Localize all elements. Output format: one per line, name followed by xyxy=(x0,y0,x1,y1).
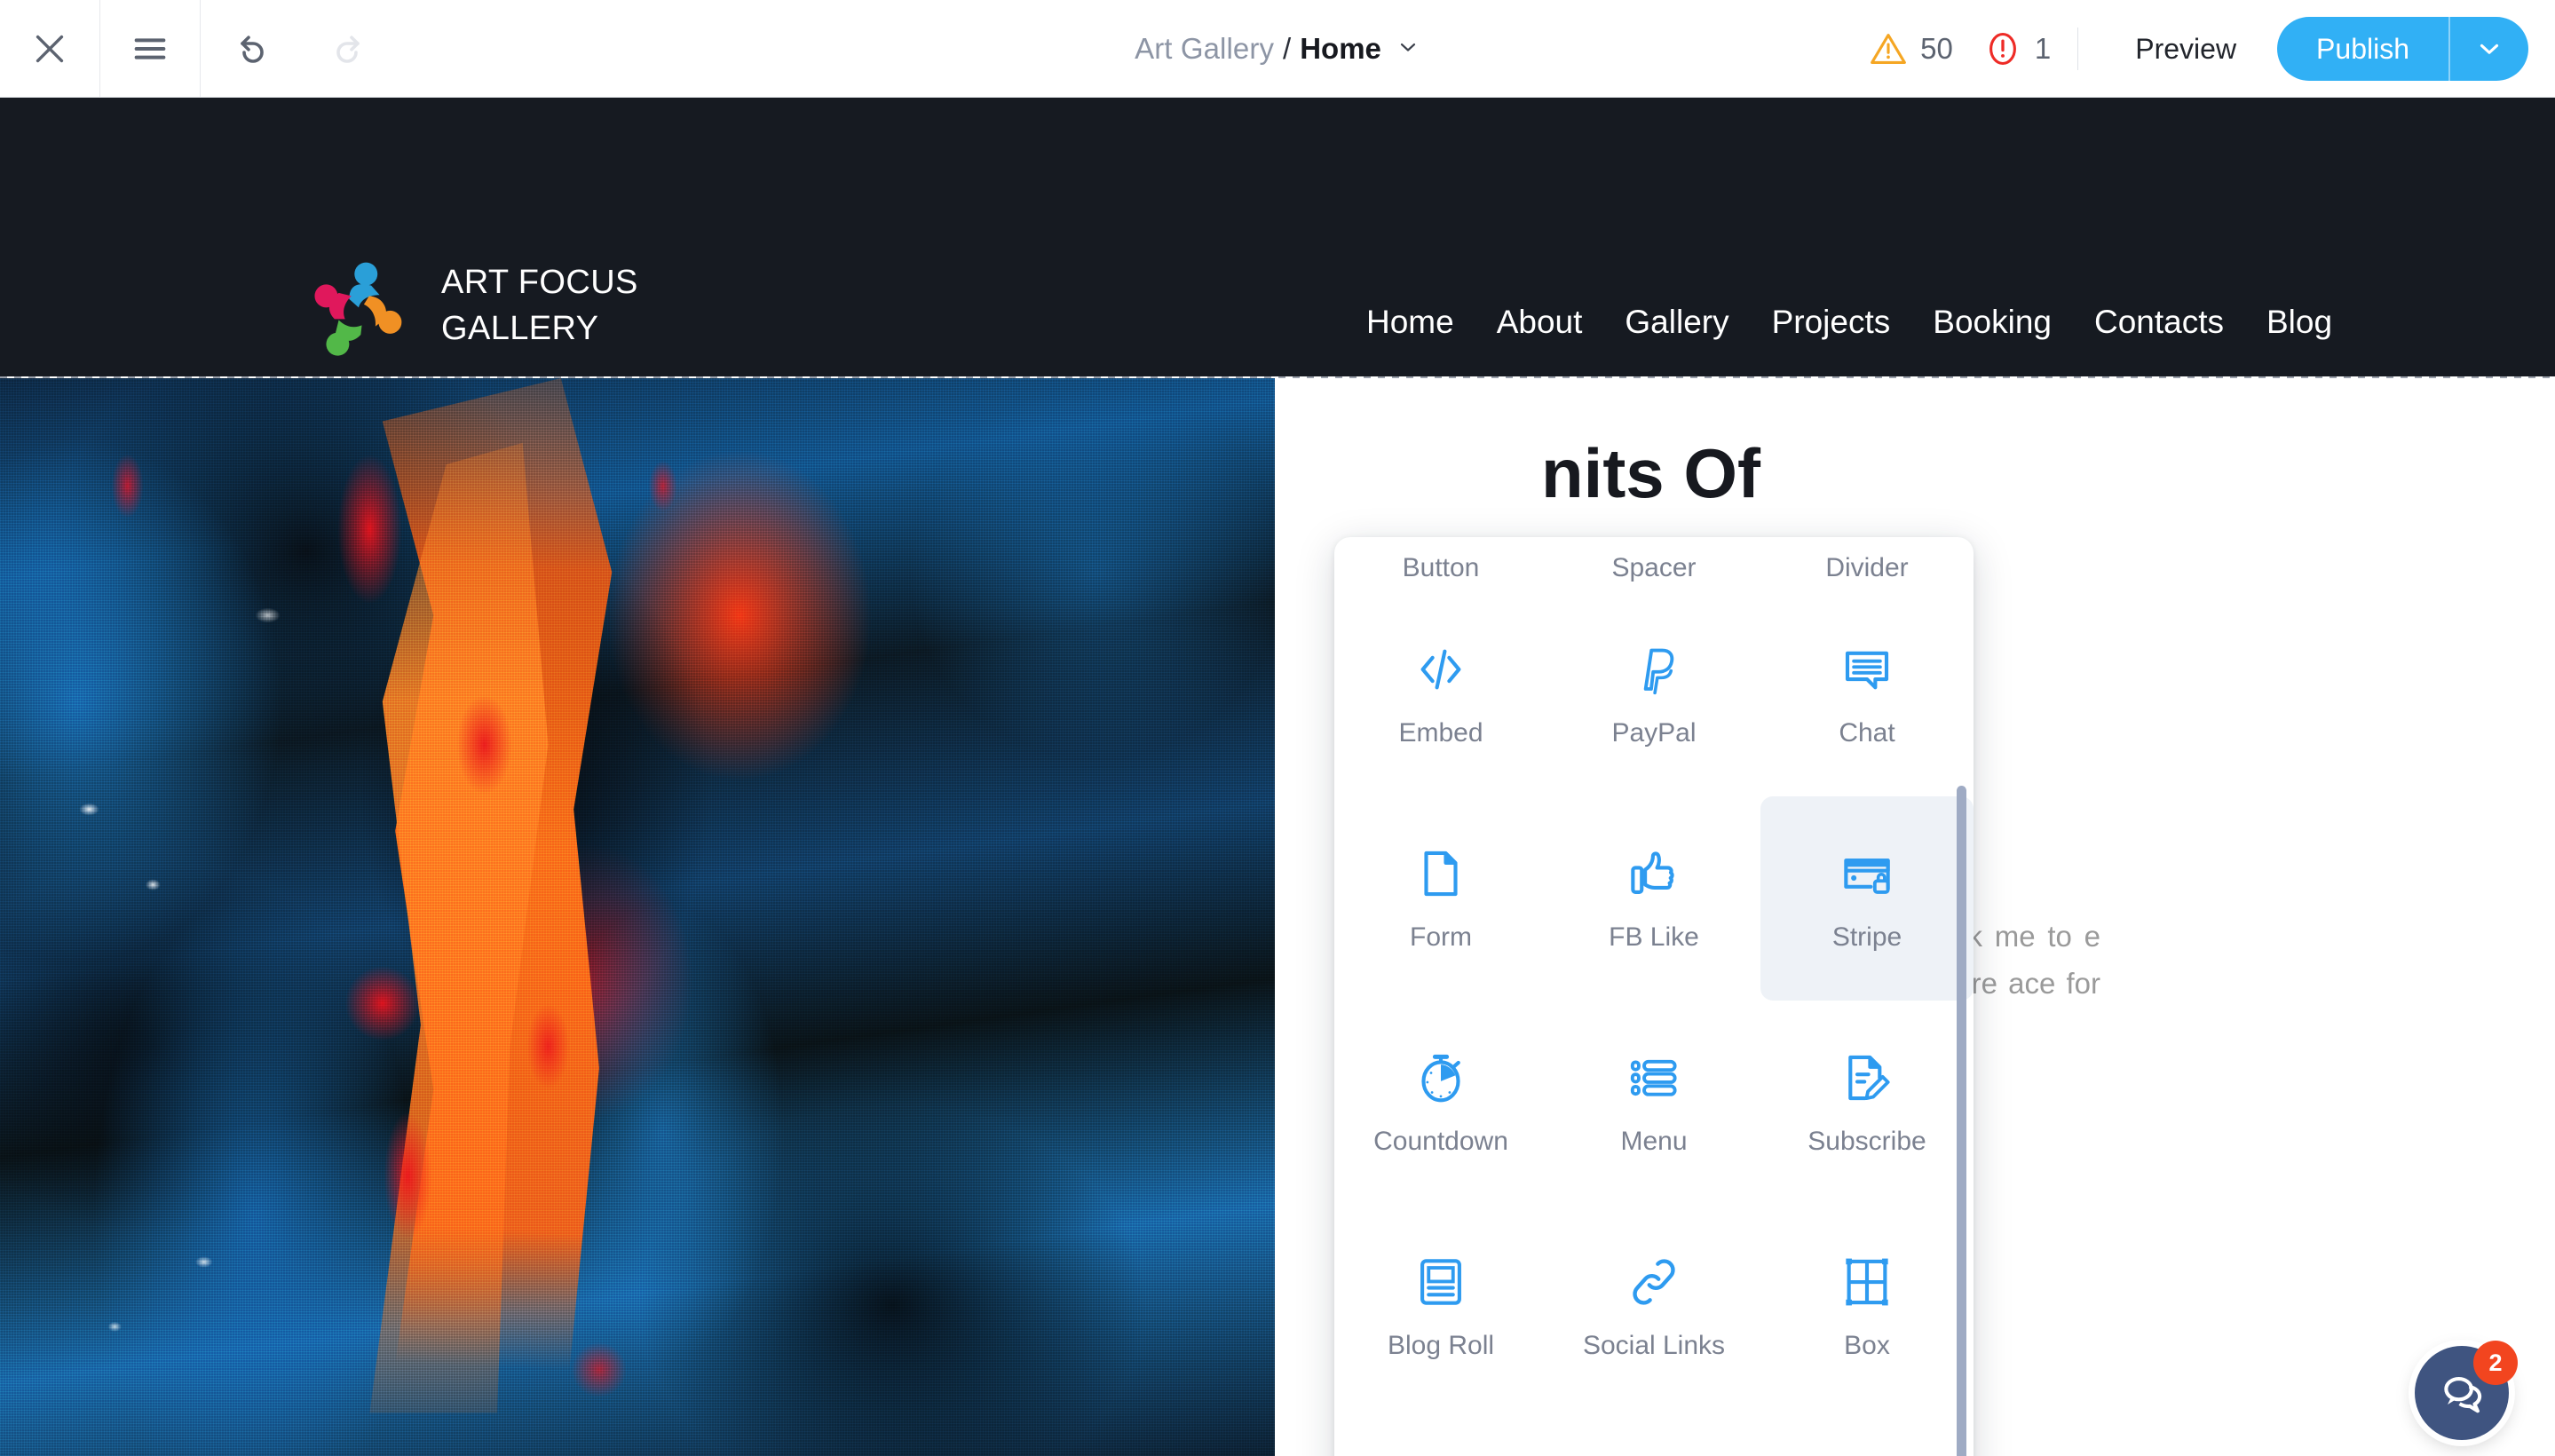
close-button[interactable] xyxy=(0,0,99,98)
redo-button[interactable] xyxy=(300,0,399,98)
widget-item-map[interactable]: Map xyxy=(1334,1409,1547,1456)
credit-card-lock-icon xyxy=(1844,859,1890,894)
breadcrumb-page[interactable]: Home xyxy=(1300,32,1381,66)
logo-text: ART FOCUS GALLERY xyxy=(441,259,638,352)
widget-item-paypal[interactable]: PayPal xyxy=(1547,592,1760,796)
editor-root: Art Gallery / Home 50 1 Preview Publish … xyxy=(0,0,2555,1456)
site-nav: Home About Gallery Projects Booking Cont… xyxy=(1345,304,2353,341)
widget-label: Blog Roll xyxy=(1387,1331,1495,1360)
hero-title[interactable]: nits Of xyxy=(1541,435,1760,512)
editor-topbar: Art Gallery / Home 50 1 Preview Publish xyxy=(0,0,2555,98)
widget-label: FB Like xyxy=(1609,922,1699,952)
document-icon xyxy=(1424,851,1458,897)
widget-label: Embed xyxy=(1398,718,1483,748)
breadcrumb-separator: / xyxy=(1283,32,1292,65)
nav-item-home[interactable]: Home xyxy=(1345,304,1475,341)
breadcrumb-site[interactable]: Art Gallery xyxy=(1135,32,1274,66)
errors-count: 1 xyxy=(2034,32,2052,65)
preview-button[interactable]: Preview xyxy=(2105,33,2266,66)
widget-item-form[interactable]: Form xyxy=(1334,796,1547,1001)
site-canvas: ART FOCUS GALLERY Home About Gallery Pro… xyxy=(0,98,2555,1456)
widget-label: Countdown xyxy=(1373,1127,1508,1156)
widget-label: Divider xyxy=(1825,553,1909,582)
blog-roll-icon xyxy=(1420,1259,1461,1305)
document-pencil-icon xyxy=(1848,1055,1890,1101)
publish-button-group: Publish xyxy=(2277,17,2528,81)
art-focus-pinwheel-logo xyxy=(314,262,402,356)
widget-label: Spacer xyxy=(1611,553,1697,582)
widget-label: Social Links xyxy=(1582,1331,1726,1360)
widget-label: Form xyxy=(1410,922,1472,952)
logo-line-1: ART FOCUS xyxy=(441,263,638,301)
menu-button[interactable] xyxy=(100,0,200,98)
panel-scrollbar[interactable] xyxy=(1957,786,1966,1456)
warning-triangle-icon xyxy=(1871,34,1907,64)
widget-label: Subscribe xyxy=(1807,1127,1926,1156)
warnings-count: 50 xyxy=(1920,32,1953,65)
chain-link-icon xyxy=(1633,1259,1675,1305)
hero-painting-image[interactable] xyxy=(0,378,1275,1456)
errors-badge[interactable]: 1 xyxy=(1983,29,2051,68)
nav-item-gallery[interactable]: Gallery xyxy=(1603,304,1750,341)
widget-label-button[interactable]: Button xyxy=(1334,537,1547,592)
paypal-icon xyxy=(1643,648,1674,695)
site-header: ART FOCUS GALLERY Home About Gallery Pro… xyxy=(0,98,2555,376)
widget-label: Box xyxy=(1844,1331,1890,1360)
list-menu-icon xyxy=(1630,1059,1677,1096)
nav-item-contacts[interactable]: Contacts xyxy=(2073,304,2245,341)
chevron-down-icon xyxy=(1400,43,1416,51)
logo-line-2: GALLERY xyxy=(441,310,599,347)
widget-item-embed[interactable]: Embed xyxy=(1334,592,1547,796)
topbar-left-tools xyxy=(0,0,399,98)
publish-options-button[interactable] xyxy=(2450,17,2528,81)
widget-label-spacer[interactable]: Spacer xyxy=(1547,537,1760,592)
nav-item-blog[interactable]: Blog xyxy=(2245,304,2353,341)
widget-label: PayPal xyxy=(1611,718,1697,748)
widget-label: Menu xyxy=(1620,1127,1688,1156)
widget-item-box[interactable]: Box xyxy=(1760,1205,1974,1409)
chat-unread-badge: 2 xyxy=(2473,1341,2518,1385)
widget-picker-panel: Button Spacer Divider Embed PayPal Chat … xyxy=(1334,537,1974,1456)
widget-item-blog-roll[interactable]: Blog Roll xyxy=(1334,1205,1547,1409)
widget-item-chat[interactable]: Chat xyxy=(1760,592,1974,796)
code-brackets-icon xyxy=(1420,649,1461,690)
grid-box-icon xyxy=(1846,1258,1888,1306)
thumbs-up-icon xyxy=(1631,851,1674,894)
chat-bubble-icon xyxy=(1845,651,1889,690)
widget-item-social-links[interactable]: Social Links xyxy=(1547,1205,1760,1409)
undo-button[interactable] xyxy=(201,0,300,98)
widget-grid-empty-2 xyxy=(1760,1409,1974,1456)
chat-widget-button[interactable]: 2 xyxy=(2415,1341,2518,1440)
widget-item-subscribe[interactable]: Subscribe xyxy=(1760,1001,1974,1205)
widget-label: Button xyxy=(1402,553,1480,582)
undo-icon xyxy=(241,35,264,63)
nav-item-about[interactable]: About xyxy=(1475,304,1604,341)
topbar-divider-3 xyxy=(2077,28,2079,70)
widget-label: Stripe xyxy=(1831,922,1902,952)
widget-item-fb-like[interactable]: FB Like xyxy=(1547,796,1760,1001)
breadcrumb[interactable]: Art Gallery / Home xyxy=(1135,32,1420,66)
painting-canvas-weave xyxy=(0,378,1275,1456)
topbar-right-tools: 50 1 Preview Publish xyxy=(1869,0,2528,98)
warnings-badge[interactable]: 50 xyxy=(1869,29,1953,68)
page-selector-button[interactable] xyxy=(1396,35,1420,64)
widget-item-menu[interactable]: Menu xyxy=(1547,1001,1760,1205)
redo-icon xyxy=(336,35,360,63)
close-x-icon xyxy=(36,35,64,62)
widget-grid-empty-1 xyxy=(1547,1409,1760,1456)
widget-item-stripe[interactable]: Stripe xyxy=(1760,796,1974,1001)
error-circle-icon xyxy=(1989,32,2016,66)
widget-label-divider[interactable]: Divider xyxy=(1760,537,1974,592)
publish-button[interactable]: Publish xyxy=(2277,17,2448,81)
nav-item-booking[interactable]: Booking xyxy=(1911,304,2073,341)
hamburger-menu-icon xyxy=(134,37,166,59)
chevron-down-icon xyxy=(2480,44,2499,54)
stopwatch-icon xyxy=(1421,1054,1460,1103)
widget-label: Chat xyxy=(1839,718,1895,748)
widget-grid: Button Spacer Divider Embed PayPal Chat … xyxy=(1334,537,1974,1456)
site-logo[interactable]: ART FOCUS GALLERY xyxy=(306,253,638,358)
widget-item-countdown[interactable]: Countdown xyxy=(1334,1001,1547,1205)
nav-item-projects[interactable]: Projects xyxy=(1751,304,1912,341)
